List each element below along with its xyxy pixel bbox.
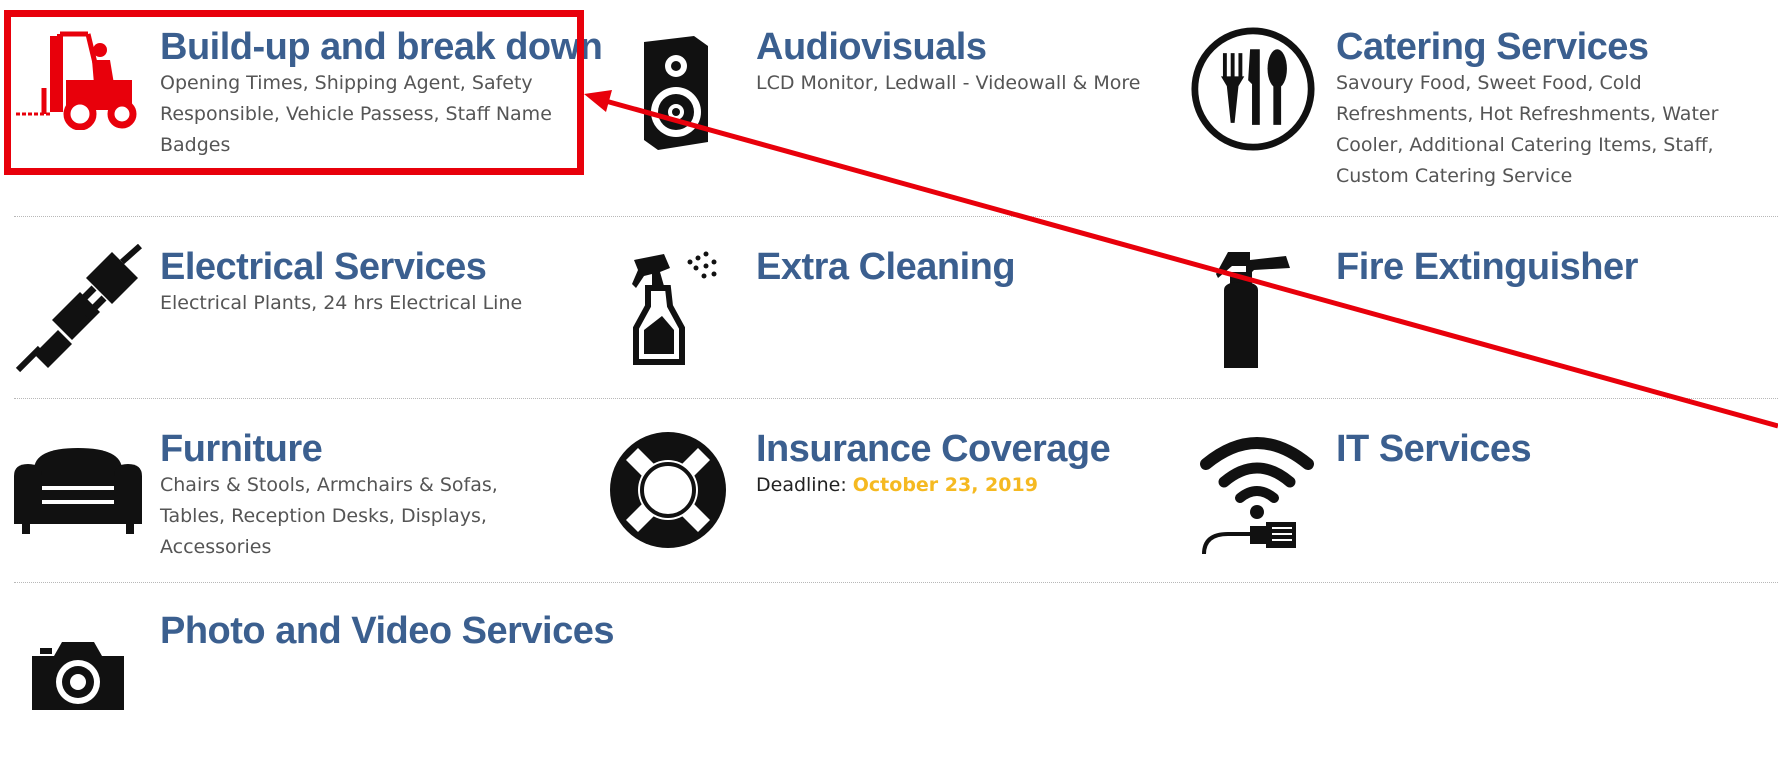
service-description: Chairs & Stools, Armchairs & Sofas, Tabl…	[160, 474, 498, 558]
service-title[interactable]: Extra Cleaning	[756, 244, 1016, 290]
service-electrical-services[interactable]: Electrical Services Electrical Plants, 2…	[14, 244, 574, 374]
deadline-date: October 23, 2019	[852, 474, 1038, 496]
wifi-network-icon	[1200, 430, 1314, 554]
service-description: LCD Monitor, Ledwall - Videowall & More	[756, 72, 1141, 94]
service-title[interactable]: Insurance Coverage	[756, 426, 1111, 472]
spray-bottle-icon	[624, 250, 724, 368]
sofa-icon	[14, 440, 142, 536]
service-it-services[interactable]: IT Services	[1190, 426, 1750, 556]
service-audiovisuals[interactable]: Audiovisuals LCD Monitor, Ledwall - Vide…	[610, 24, 1170, 174]
service-title[interactable]: Audiovisuals	[756, 24, 987, 70]
service-fire-extinguisher[interactable]: Fire Extinguisher	[1190, 244, 1750, 374]
service-photo-and-video[interactable]: Photo and Video Services	[14, 608, 615, 728]
service-insurance-coverage[interactable]: Insurance Coverage Deadline: October 23,…	[610, 426, 1170, 556]
row-divider	[14, 398, 1778, 399]
lifebuoy-icon	[606, 428, 730, 552]
service-title[interactable]: Catering Services	[1336, 24, 1649, 70]
plug-icon	[14, 244, 144, 374]
deadline-label: Deadline:	[756, 474, 847, 496]
row-divider	[14, 582, 1778, 583]
service-description: Electrical Plants, 24 hrs Electrical Lin…	[160, 292, 523, 314]
service-description: Deadline: October 23, 2019	[756, 470, 1156, 501]
service-title[interactable]: Fire Extinguisher	[1336, 244, 1638, 290]
service-title[interactable]: IT Services	[1336, 426, 1532, 472]
row-divider	[14, 216, 1778, 217]
fire-extinguisher-icon	[1210, 248, 1300, 372]
service-title[interactable]: Photo and Video Services	[160, 608, 615, 654]
speaker-icon	[630, 34, 714, 152]
cutlery-icon	[1190, 24, 1316, 154]
annotation-highlight-box	[4, 10, 584, 175]
service-title[interactable]: Electrical Services	[160, 244, 487, 290]
service-furniture[interactable]: Furniture Chairs & Stools, Armchairs & S…	[14, 426, 574, 558]
service-description: Savoury Food, Sweet Food, Cold Refreshme…	[1336, 72, 1719, 187]
service-title[interactable]: Furniture	[160, 426, 323, 472]
service-extra-cleaning[interactable]: Extra Cleaning	[610, 244, 1170, 374]
service-catering-services[interactable]: Catering Services Savoury Food, Sweet Fo…	[1190, 24, 1770, 187]
camera-icon	[28, 638, 128, 714]
